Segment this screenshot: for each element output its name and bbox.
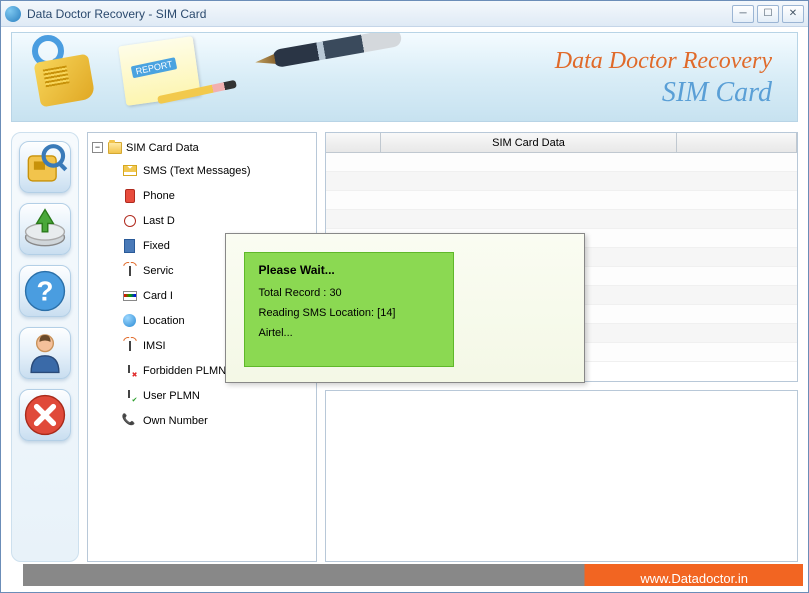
user-icon [20,328,70,378]
header-line2: SIM Card [555,77,772,109]
tree-root[interactable]: − SIM Card Data [92,137,312,158]
tree-expand-toggle[interactable]: − [92,142,103,153]
maximize-button[interactable]: ☐ [757,5,779,23]
help-icon: ? [20,266,70,316]
own-icon [122,413,137,428]
phone-icon [122,188,137,203]
tree-item-label: Own Number [143,415,208,427]
progress-title: Please Wait... [259,263,439,277]
plmn-icon [122,363,137,378]
save-drive-button[interactable] [19,203,71,255]
tree-item-label: Servic [143,265,174,277]
window-title: Data Doctor Recovery - SIM Card [27,7,729,21]
app-icon [5,6,21,22]
envelope-icon [122,163,137,178]
drive-icon [20,204,70,254]
antenna-icon [122,338,137,353]
scan-sim-button[interactable] [19,141,71,193]
tree-item-last-d[interactable]: Last D [92,208,312,233]
sidebar: ? [11,132,79,562]
globe-icon [122,313,137,328]
close-window-button[interactable]: ✕ [782,5,804,23]
folder-icon [107,140,122,155]
svg-text:?: ? [37,276,54,307]
progress-total: Total Record : 30 [259,287,439,299]
header-title: Data Doctor Recovery SIM Card [555,48,772,109]
grid-row[interactable] [326,153,797,172]
tree-root-label: SIM Card Data [126,142,199,154]
tree-item-own-number[interactable]: Own Number [92,408,312,433]
uplmn-icon [122,388,137,403]
grid-header: SIM Card Data [326,133,797,153]
tree-item-user-plmn[interactable]: User PLMN [92,383,312,408]
grid-col-index[interactable] [326,133,381,152]
clock-icon [122,213,137,228]
user-button[interactable] [19,327,71,379]
progress-panel: Please Wait... Total Record : 30 Reading… [244,252,454,367]
tree-item-label: User PLMN [143,390,200,402]
progress-provider: Airtel... [259,327,439,339]
grid-col-extra[interactable] [677,133,797,152]
app-window: Data Doctor Recovery - SIM Card ─ ☐ ✕ RE… [0,0,809,593]
titlebar: Data Doctor Recovery - SIM Card ─ ☐ ✕ [1,1,808,27]
progress-reading: Reading SMS Location: [14] [259,307,439,319]
header-line1: Data Doctor Recovery [555,48,772,75]
pen-icon [271,32,402,68]
tree-item-phone[interactable]: Phone [92,183,312,208]
detail-panel[interactable] [325,390,798,562]
tree-item-label: SMS (Text Messages) [143,165,251,177]
tree-item-label: Last D [143,215,175,227]
close-icon [20,390,70,440]
calc-icon [122,238,137,253]
report-tag: REPORT [131,57,178,78]
tree-item-label: Fixed [143,240,170,252]
tree-item-sms-text-messages-[interactable]: SMS (Text Messages) [92,158,312,183]
sim-scan-icon [20,142,70,192]
grid-row[interactable] [326,210,797,229]
grid-col-main[interactable]: SIM Card Data [381,133,677,152]
sim-chip-icon [34,54,96,108]
antenna-icon [122,263,137,278]
tree-item-label: Location [143,315,185,327]
tree-item-label: Phone [143,190,175,202]
grid-row[interactable] [326,172,797,191]
progress-dialog: Please Wait... Total Record : 30 Reading… [225,233,585,383]
minimize-button[interactable]: ─ [732,5,754,23]
tree-item-label: IMSI [143,340,166,352]
close-button[interactable] [19,389,71,441]
footer-url: www.Datadoctor.in [640,571,748,586]
tree-item-label: Forbidden PLMN [143,365,226,377]
grid-row[interactable] [326,191,797,210]
header-banner: REPORT Data Doctor Recovery SIM Card [11,32,798,122]
help-button[interactable]: ? [19,265,71,317]
tree-item-label: Card I [143,290,173,302]
card-icon [122,288,137,303]
